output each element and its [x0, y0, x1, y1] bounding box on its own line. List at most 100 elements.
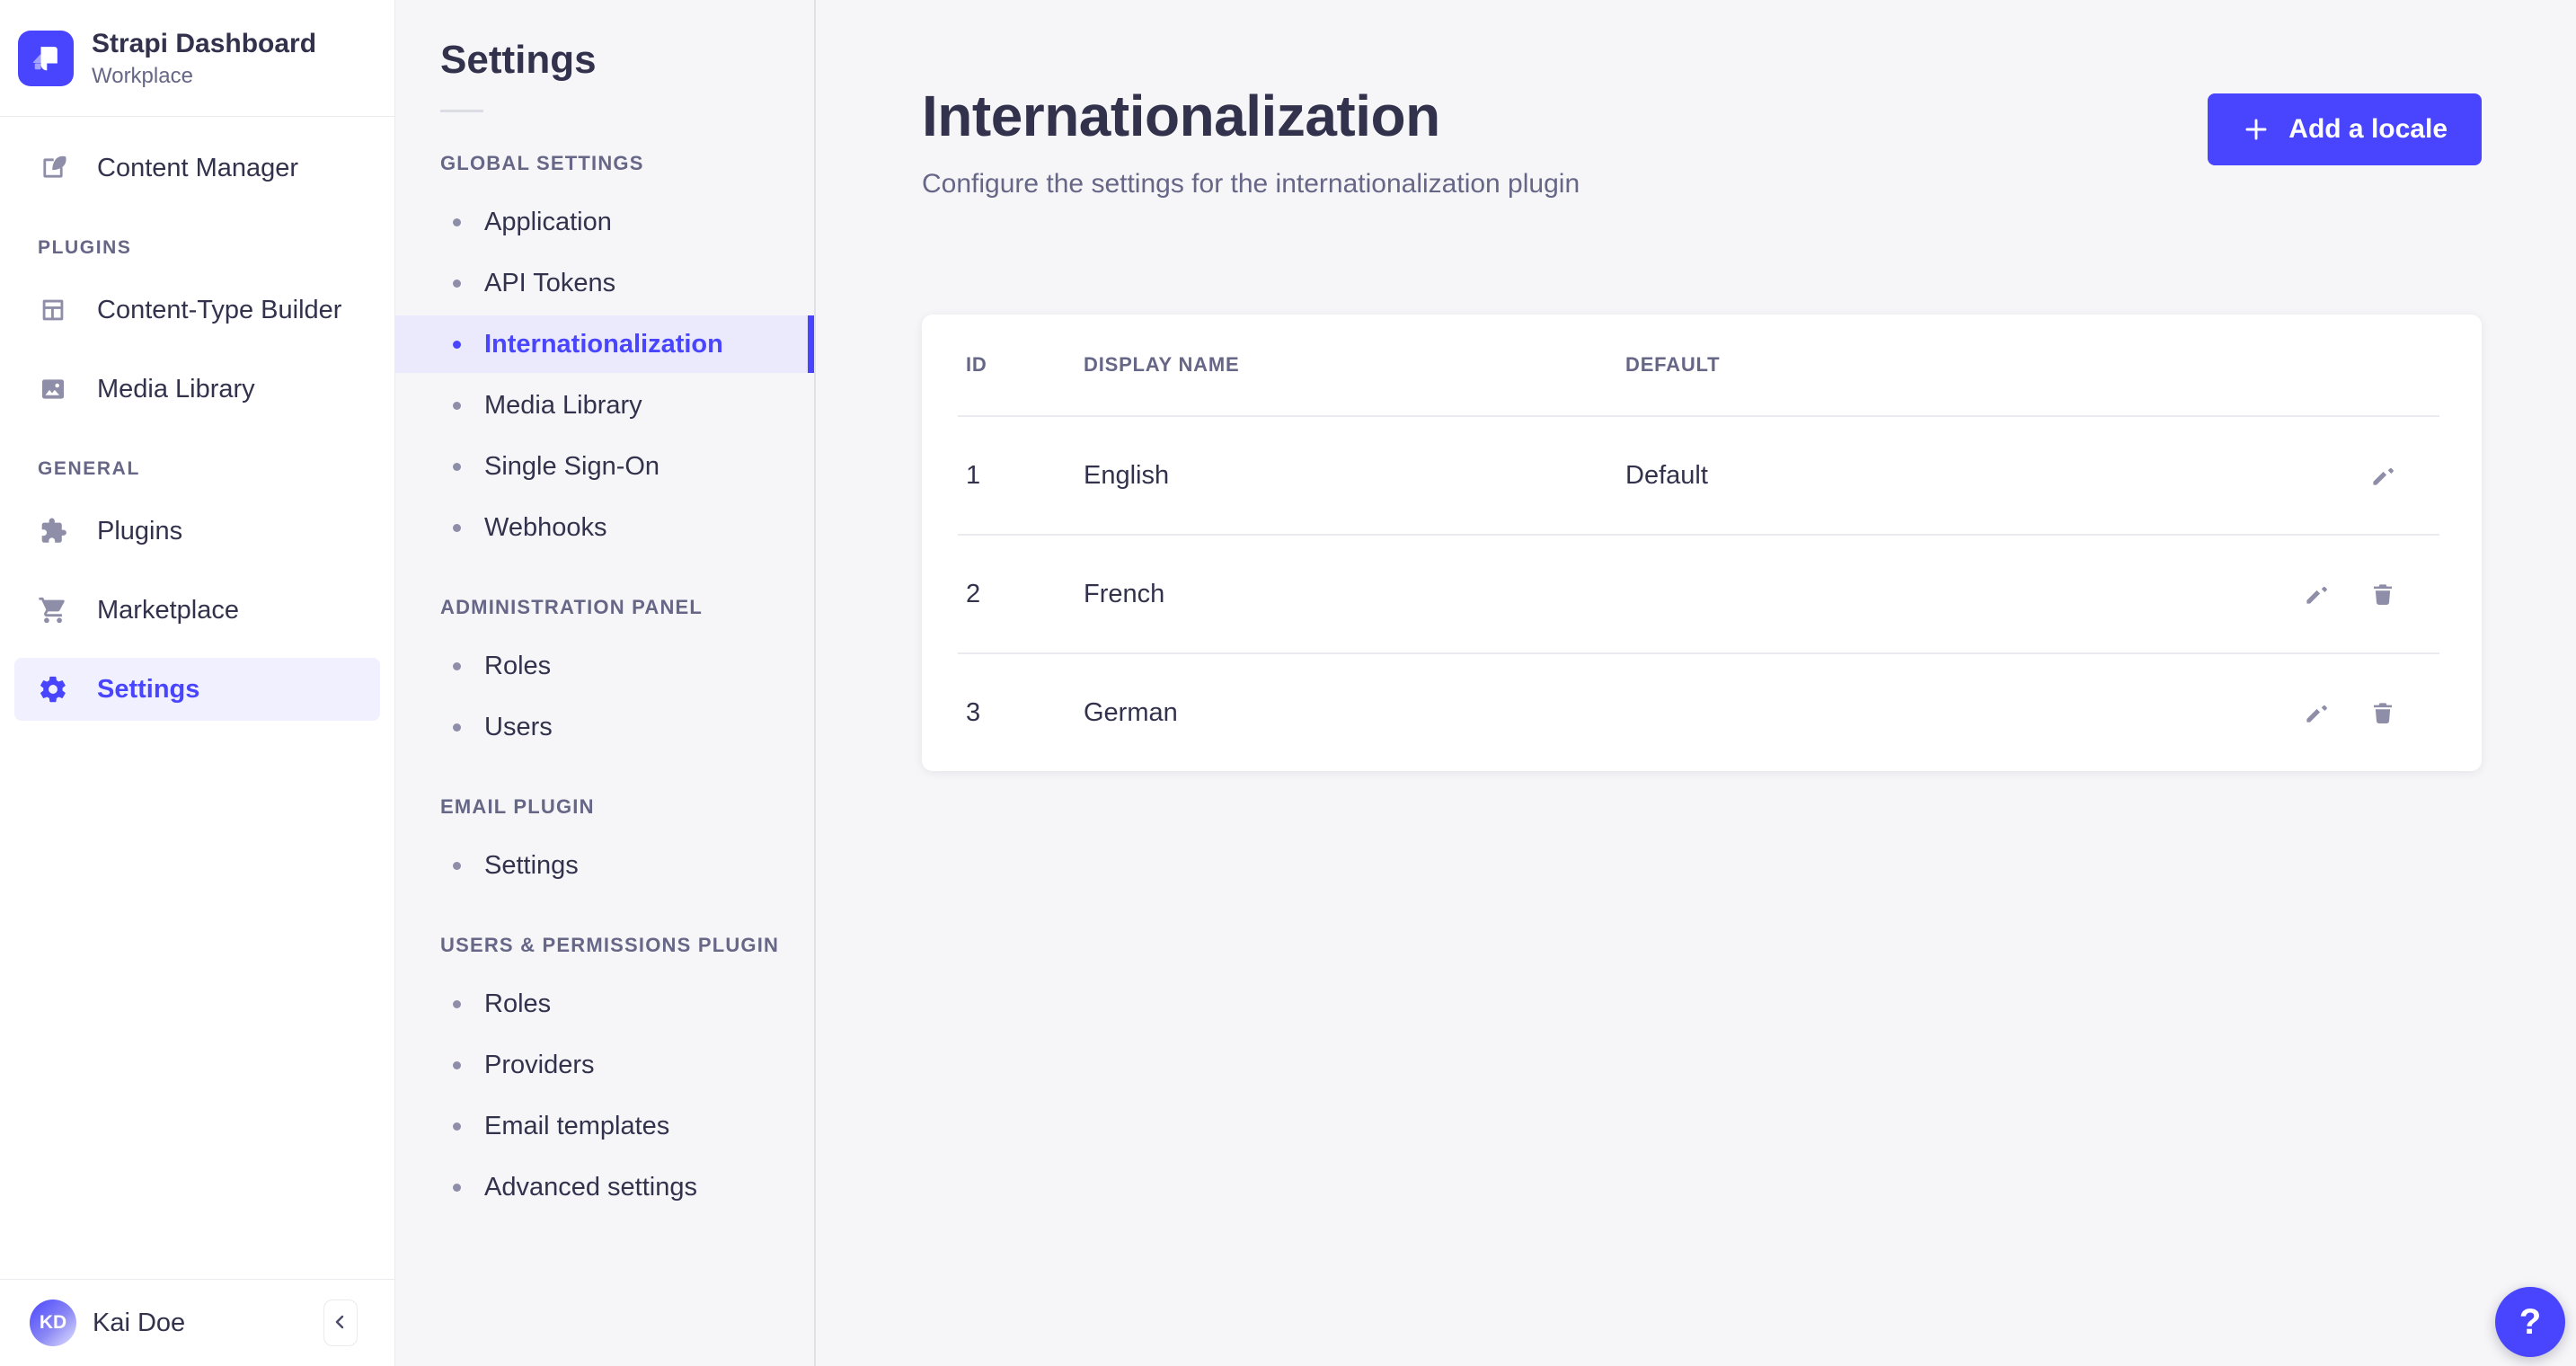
page-header: Internationalization Configure the setti… — [922, 83, 2482, 200]
sidebar-item-settings[interactable]: Settings — [14, 658, 380, 721]
subnav-sections: GLOBAL SETTINGS Application API Tokens Inte… — [395, 152, 814, 1216]
collapse-sidebar-button[interactable] — [323, 1299, 358, 1346]
sidebar-item-marketplace[interactable]: Marketplace — [14, 579, 380, 642]
strapi-logo-icon — [18, 30, 74, 86]
subnav-item-label: Settings — [484, 850, 579, 880]
subnav-item-advanced-settings[interactable]: Advanced settings — [395, 1158, 814, 1216]
subnav-item-label: Single Sign-On — [484, 451, 660, 481]
bullet-icon — [453, 861, 461, 870]
bullet-icon — [453, 462, 461, 471]
bullet-icon — [453, 999, 461, 1008]
cell-default: Default — [1625, 460, 1708, 490]
bullet-icon — [453, 1060, 461, 1069]
subnav-divider — [440, 110, 483, 112]
edit-french-button[interactable] — [2303, 581, 2330, 608]
subnav-item-webhooks[interactable]: Webhooks — [395, 499, 814, 556]
column-header-display-name: DISPLAY NAME — [1084, 353, 1240, 376]
subnav-item-label: Providers — [484, 1050, 595, 1079]
subnav-item-label: API Tokens — [484, 268, 616, 297]
delete-german-button[interactable] — [2369, 699, 2396, 726]
main-content: Internationalization Configure the setti… — [816, 0, 2576, 1366]
bullet-icon — [453, 217, 461, 226]
sidebar-item-content-type-builder[interactable]: Content-Type Builder — [14, 279, 380, 342]
nav-section-label-plugins: PLUGINS — [38, 237, 132, 258]
table-row: 2 French — [922, 536, 2482, 652]
subnav-item-label: Media Library — [484, 390, 642, 420]
subnav-item-media-library[interactable]: Media Library — [395, 377, 814, 434]
brand-subtitle: Workplace — [92, 63, 193, 88]
sidebar-item-label: Content Manager — [97, 153, 299, 182]
page-title: Internationalization — [922, 84, 1440, 148]
subnav-item-label: Roles — [484, 651, 552, 680]
subnav-item-users[interactable]: Users — [395, 698, 814, 756]
subnav-section-label-users-permissions-plugin: USERS & PERMISSIONS PLUGIN — [440, 934, 780, 956]
sidebar-footer: KD Kai Doe — [0, 1279, 394, 1366]
content-manager-icon — [38, 153, 68, 183]
edit-english-button[interactable] — [2369, 462, 2396, 489]
subnav-item-label: Advanced settings — [484, 1172, 697, 1202]
cell-actions — [2303, 581, 2396, 608]
brand-title: Strapi Dashboard — [92, 28, 317, 58]
column-header-default: DEFAULT — [1625, 353, 1721, 376]
plus-icon — [2242, 115, 2271, 144]
subnav-item-label: Webhooks — [484, 512, 607, 542]
bullet-icon — [453, 523, 461, 532]
brand-text: Strapi Dashboard Workplace — [92, 28, 316, 89]
subnav-section-label-global-settings: GLOBAL SETTINGS — [440, 152, 644, 174]
cell-id: 1 — [966, 460, 981, 490]
bullet-icon — [453, 723, 461, 732]
subnav-item-label: Application — [484, 207, 612, 236]
subnav-item-providers[interactable]: Providers — [395, 1036, 814, 1094]
table-row: 3 German — [922, 654, 2482, 771]
sidebar-item-media-library[interactable]: Media Library — [14, 358, 380, 421]
subnav-item-label: Roles — [484, 989, 552, 1018]
edit-german-button[interactable] — [2303, 699, 2330, 726]
page-subtitle: Configure the settings for the internati… — [922, 169, 1580, 199]
sidebar-item-label: Settings — [97, 674, 200, 704]
marketplace-icon — [38, 595, 68, 625]
settings-gear-icon — [38, 674, 68, 705]
brand-header: Strapi Dashboard Workplace — [0, 0, 394, 117]
avatar[interactable]: KD — [30, 1299, 76, 1346]
settings-subnav: Settings GLOBAL SETTINGS Application API T… — [395, 0, 816, 1366]
main-sidebar: Strapi Dashboard Workplace Content Manag… — [0, 0, 395, 1366]
subnav-item-email-templates[interactable]: Email templates — [395, 1097, 814, 1155]
sidebar-item-content-manager[interactable]: Content Manager — [14, 137, 380, 200]
subnav-item-internationalization[interactable]: Internationalization — [395, 315, 814, 373]
bullet-icon — [453, 661, 461, 670]
cell-display-name: German — [1084, 697, 1178, 727]
subnav-item-roles[interactable]: Roles — [395, 637, 814, 695]
column-header-id: ID — [966, 353, 987, 376]
table-body: 1 English Default 2 French 3 German — [922, 417, 2482, 771]
bullet-icon — [453, 340, 461, 349]
sidebar-item-label: Media Library — [97, 374, 255, 404]
sidebar-item-label: Content-Type Builder — [97, 295, 342, 324]
subnav-item-api-tokens[interactable]: API Tokens — [395, 254, 814, 312]
add-locale-button[interactable]: Add a locale — [2208, 93, 2482, 165]
cell-display-name: French — [1084, 579, 1165, 608]
page-heading-block: Internationalization Configure the setti… — [922, 83, 1580, 200]
table-row: 1 English Default — [922, 417, 2482, 534]
subnav-item-settings[interactable]: Settings — [395, 837, 814, 894]
chevron-left-icon — [330, 1311, 351, 1335]
media-library-icon — [38, 374, 68, 404]
app-window: Strapi Dashboard Workplace Content Manag… — [0, 0, 2576, 1366]
plugins-icon — [38, 516, 68, 546]
cell-display-name: English — [1084, 460, 1170, 490]
subnav-section-label-administration-panel: ADMINISTRATION PANEL — [440, 596, 704, 618]
question-mark-icon: ? — [2518, 1301, 2542, 1342]
sidebar-item-label: Plugins — [97, 516, 183, 546]
bullet-icon — [453, 401, 461, 410]
subnav-item-roles[interactable]: Roles — [395, 975, 814, 1033]
subnav-item-label: Users — [484, 712, 553, 741]
sidebar-item-plugins[interactable]: Plugins — [14, 500, 380, 563]
help-button[interactable]: ? — [2495, 1287, 2565, 1357]
user-name: Kai Doe — [93, 1308, 186, 1337]
subnav-item-single-sign-on[interactable]: Single Sign-On — [395, 438, 814, 495]
content-type-builder-icon — [38, 295, 68, 325]
delete-french-button[interactable] — [2369, 581, 2396, 608]
subnav-title: Settings — [440, 38, 597, 82]
bullet-icon — [453, 279, 461, 288]
cell-id: 2 — [966, 579, 981, 608]
subnav-item-application[interactable]: Application — [395, 193, 814, 251]
